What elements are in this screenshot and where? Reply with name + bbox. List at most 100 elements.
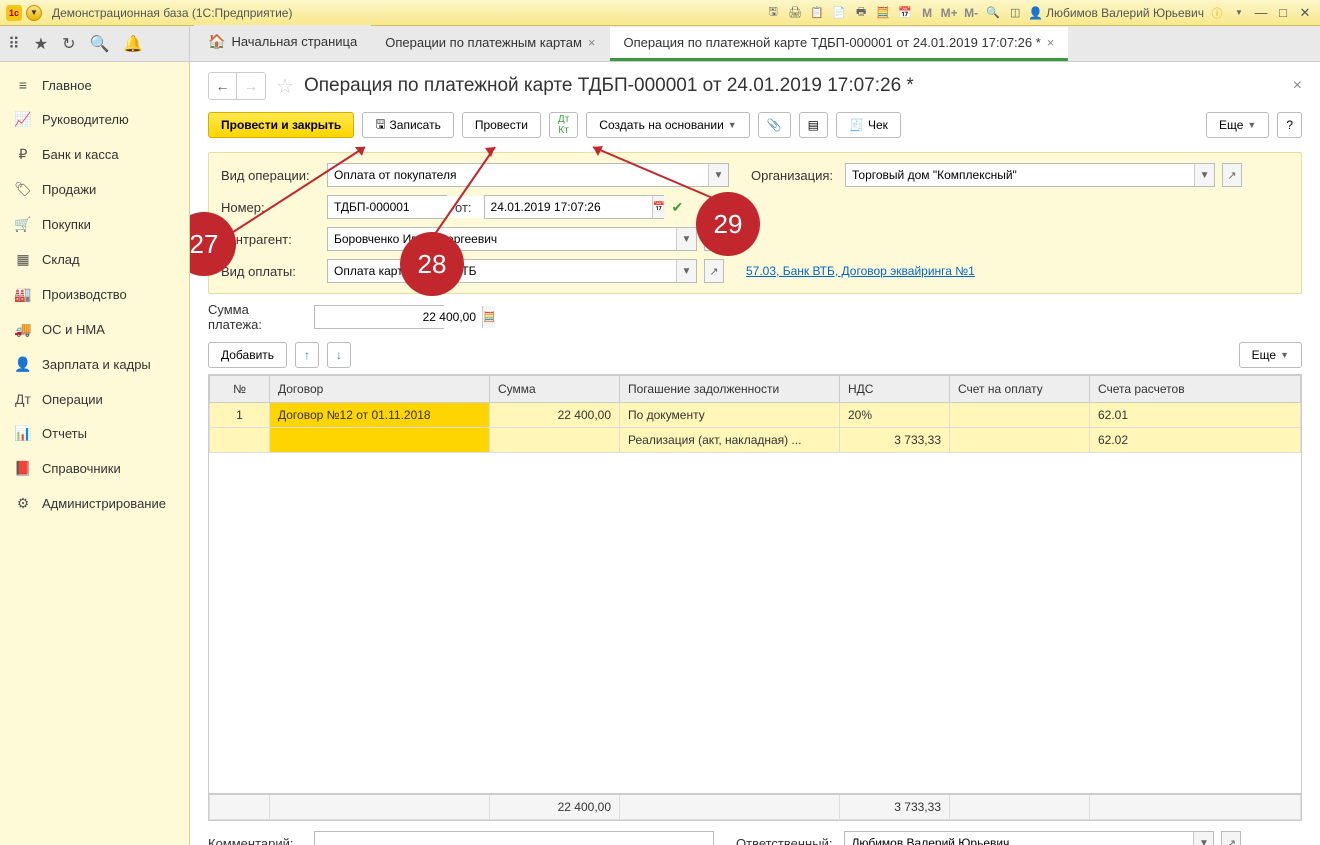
amount-input[interactable] [315, 306, 482, 328]
sidebar-item-sales[interactable]: 🏷Продажи [0, 172, 189, 207]
cell-repay[interactable]: По документу [620, 403, 840, 428]
col-vat[interactable]: НДС [840, 376, 950, 403]
sidebar-item-admin[interactable]: ⚙Администрирование [0, 486, 189, 521]
chevron-down-icon[interactable]: ▼ [1194, 164, 1214, 186]
window-close[interactable]: ✕ [1296, 5, 1314, 21]
help-button[interactable]: ? [1277, 112, 1302, 138]
sidebar-item-manager[interactable]: 📈Руководителю [0, 102, 189, 137]
titlebar-icon-zoom[interactable]: 🔍 [984, 4, 1002, 22]
receipt-button[interactable]: 🧾Чек [836, 112, 901, 138]
sidebar-item-assets[interactable]: 🚚ОС и НМА [0, 312, 189, 347]
tab-operations-list[interactable]: Операции по платежным картам× [371, 27, 609, 61]
cell-n[interactable]: 1 [210, 403, 270, 428]
move-up-button[interactable]: ↑ [295, 342, 319, 368]
table-row[interactable]: 1 Договор №12 от 01.11.2018 22 400,00 По… [210, 403, 1301, 428]
nav-forward-button[interactable]: → [237, 73, 265, 99]
tab-home[interactable]: 🏠Начальная страница [194, 25, 371, 61]
table-empty-area[interactable] [209, 453, 1301, 793]
apps-icon[interactable]: ⠿ [8, 34, 20, 54]
col-repay[interactable]: Погашение задолженности [620, 376, 840, 403]
responsible-select[interactable]: ▼ [844, 831, 1214, 845]
titlebar-m[interactable]: M [918, 4, 936, 22]
titlebar-icon-print[interactable]: 🖨 [786, 4, 804, 22]
titlebar-dropdown-icon[interactable]: ▼ [26, 5, 42, 21]
cell-n[interactable] [210, 428, 270, 453]
sidebar-item-reports[interactable]: 📊Отчеты [0, 416, 189, 451]
bell-icon[interactable]: 🔔 [123, 34, 143, 54]
attach-button[interactable]: 📎 [758, 112, 791, 138]
post-and-close-button[interactable]: Провести и закрыть [208, 112, 354, 138]
org-select[interactable]: ▼ [845, 163, 1215, 187]
tab-close-icon[interactable]: × [1047, 35, 1055, 50]
table-more-button[interactable]: Еще▼ [1239, 342, 1302, 368]
sidebar-item-purchases[interactable]: 🛒Покупки [0, 207, 189, 242]
titlebar-icon-save[interactable]: 🖫 [764, 4, 782, 22]
sidebar-item-operations[interactable]: ДтОперации [0, 382, 189, 416]
cell-acct[interactable]: 62.01 [1090, 403, 1301, 428]
titlebar-icon-copy[interactable]: 📋 [808, 4, 826, 22]
cell-sum[interactable] [490, 428, 620, 453]
paytype-select[interactable]: ▼ [327, 259, 697, 283]
post-button[interactable]: Провести [462, 112, 541, 138]
cell-contract[interactable] [270, 428, 490, 453]
col-acct[interactable]: Счета расчетов [1090, 376, 1301, 403]
titlebar-icon-panel[interactable]: ◫ [1006, 4, 1024, 22]
responsible-open-button[interactable]: ↗ [1221, 831, 1241, 845]
titlebar-icon-print2[interactable]: 🖶 [852, 4, 870, 22]
amount-field[interactable]: 🧮 [314, 305, 444, 329]
titlebar-user[interactable]: 👤Любимов Валерий Юрьевич [1028, 6, 1204, 20]
cell-vat[interactable]: 3 733,33 [840, 428, 950, 453]
comment-field[interactable] [314, 831, 714, 845]
cell-invoice[interactable] [950, 428, 1090, 453]
org-open-button[interactable]: ↗ [1222, 163, 1242, 187]
cell-contract[interactable]: Договор №12 от 01.11.2018 [270, 403, 490, 428]
cell-invoice[interactable] [950, 403, 1090, 428]
cell-sum[interactable]: 22 400,00 [490, 403, 620, 428]
titlebar-icon-doc[interactable]: 📄 [830, 4, 848, 22]
tab-close-icon[interactable]: × [588, 35, 596, 50]
sidebar-item-main[interactable]: ≡Главное [0, 68, 189, 102]
titlebar-mminus[interactable]: M- [962, 4, 980, 22]
titlebar-icon-info[interactable]: ⓘ [1208, 4, 1226, 22]
favorite-star-icon[interactable]: ☆ [276, 74, 294, 99]
paytype-open-button[interactable]: ↗ [704, 259, 724, 283]
chevron-down-icon[interactable]: ▼ [676, 228, 696, 250]
structure-button[interactable]: ▤ [799, 112, 828, 138]
save-button[interactable]: 🖫Записать [362, 112, 454, 138]
content-close-button[interactable]: × [1293, 77, 1302, 95]
sidebar-item-warehouse[interactable]: ▦Склад [0, 242, 189, 277]
titlebar-icon-calc[interactable]: 🧮 [874, 4, 892, 22]
col-contract[interactable]: Договор [270, 376, 490, 403]
col-n[interactable]: № [210, 376, 270, 403]
sidebar-item-hr[interactable]: 👤Зарплата и кадры [0, 347, 189, 382]
dtkt-button[interactable]: ДтКт [549, 112, 578, 138]
cell-repay[interactable]: Реализация (акт, накладная) ... [620, 428, 840, 453]
more-button[interactable]: Еще▼ [1206, 112, 1269, 138]
org-input[interactable] [846, 164, 1194, 186]
move-down-button[interactable]: ↓ [327, 342, 351, 368]
titlebar-icon-dd2[interactable]: ▼ [1230, 4, 1248, 22]
comment-input[interactable] [315, 832, 713, 845]
titlebar-mplus[interactable]: M+ [940, 4, 958, 22]
create-based-button[interactable]: Создать на основании▼ [586, 112, 749, 138]
star-icon[interactable]: ★ [34, 34, 48, 54]
col-invoice[interactable]: Счет на оплату [950, 376, 1090, 403]
chevron-down-icon[interactable]: ▼ [1193, 832, 1213, 845]
acquiring-link[interactable]: 57.03, Банк ВТБ, Договор эквайринга №1 [746, 264, 975, 278]
table-row[interactable]: Реализация (акт, накладная) ... 3 733,33… [210, 428, 1301, 453]
sidebar-item-bank[interactable]: ₽Банк и касса [0, 137, 189, 172]
sidebar-item-catalogs[interactable]: 📕Справочники [0, 451, 189, 486]
sidebar-item-production[interactable]: 🏭Производство [0, 277, 189, 312]
add-row-button[interactable]: Добавить [208, 342, 287, 368]
titlebar-icon-calendar[interactable]: 📅 [896, 4, 914, 22]
paytype-input[interactable] [328, 260, 676, 282]
col-sum[interactable]: Сумма [490, 376, 620, 403]
cell-vat[interactable]: 20% [840, 403, 950, 428]
calc-icon[interactable]: 🧮 [482, 306, 495, 328]
cell-acct[interactable]: 62.02 [1090, 428, 1301, 453]
nav-back-button[interactable]: ← [209, 73, 237, 99]
history-icon[interactable]: ↻ [62, 34, 75, 54]
responsible-input[interactable] [845, 832, 1193, 845]
tab-operation-doc[interactable]: Операция по платежной карте ТДБП-000001 … [610, 27, 1069, 61]
window-minimize[interactable]: — [1252, 5, 1270, 21]
